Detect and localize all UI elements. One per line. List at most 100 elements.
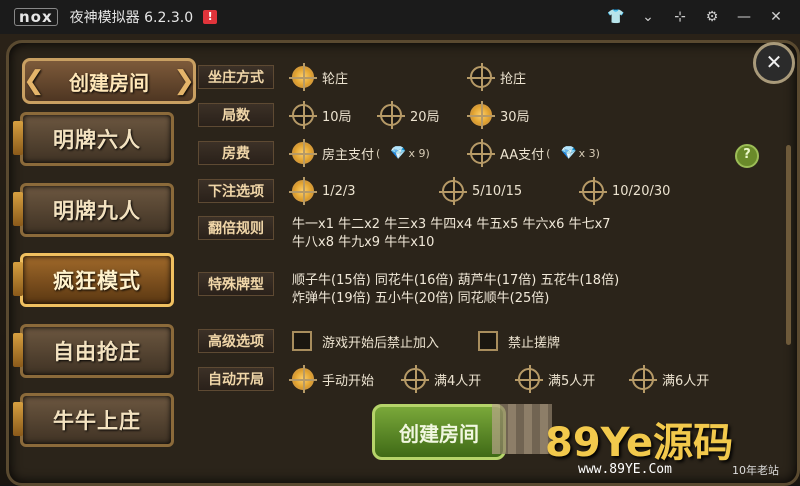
tab-marker — [13, 402, 23, 436]
double-line-1: 牛一x1 牛二x2 牛三x3 牛四x4 牛五x5 牛六x6 牛七x7 — [292, 217, 611, 232]
diamond-icon: 💎 — [390, 145, 407, 161]
sidebar-item-crazy-mode[interactable]: 疯狂模式 — [13, 253, 174, 307]
radio-selected-icon — [289, 63, 317, 91]
mosaic-blur — [492, 404, 552, 454]
checkbox-icon — [292, 331, 312, 351]
double-row: 翻倍规则 牛一x1 牛二x2 牛三x3 牛四x4 牛五x5 牛六x6 牛七x7 牛… — [198, 216, 611, 260]
option-label: 满4人开 — [434, 373, 482, 389]
radio-icon — [377, 101, 405, 129]
option-label: AA支付 — [500, 147, 545, 163]
zhuang-row: 坐庄方式 轮庄 抢庄 — [198, 63, 526, 91]
rounds-option-20[interactable]: 20局 — [377, 101, 470, 129]
sidebar-item-mingpai-six[interactable]: 明牌六人 — [13, 112, 174, 166]
sidebar-item-free-qiangzhuang[interactable]: 自由抢庄 — [13, 324, 174, 378]
zhuang-option-grab[interactable]: 抢庄 — [467, 63, 526, 91]
sidebar-item-label: 牛牛上庄 — [53, 409, 141, 433]
option-label: 1/2/3 — [322, 183, 356, 199]
bet-row: 下注选项 1/2/3 5/10/15 10/20/30 — [198, 177, 671, 205]
sidebar-item-mingpai-nine[interactable]: 明牌九人 — [13, 183, 174, 237]
fee-label: 房费 — [198, 141, 274, 165]
chevron-down-icon[interactable]: ⌄ — [632, 9, 664, 25]
watermark-url: www.89YE.Com — [578, 462, 672, 477]
bet-option-1[interactable]: 1/2/3 — [289, 177, 442, 205]
rounds-option-10[interactable]: 10局 — [289, 101, 380, 129]
radio-icon — [579, 177, 607, 205]
advanced-label: 高级选项 — [198, 329, 274, 353]
tab-marker — [13, 262, 23, 296]
radio-icon — [439, 177, 467, 205]
gear-icon[interactable]: ⚙ — [696, 9, 728, 25]
bet-option-2[interactable]: 5/10/15 — [439, 177, 582, 205]
close-icon[interactable]: ✕ — [760, 9, 792, 25]
zhuang-option-rotate[interactable]: 轮庄 — [289, 63, 470, 91]
sidebar-item-label: 自由抢庄 — [53, 340, 141, 364]
advanced-option-no-rub[interactable]: 禁止搓牌 — [478, 331, 560, 351]
radio-selected-icon — [289, 139, 317, 167]
diamond-icon: 💎 — [560, 145, 577, 161]
option-label: 禁止搓牌 — [508, 335, 561, 351]
bet-option-3[interactable]: 10/20/30 — [579, 177, 671, 205]
option-label: 轮庄 — [322, 71, 349, 87]
radio-selected-icon — [289, 365, 317, 393]
radio-icon — [467, 63, 495, 91]
autostart-option-4[interactable]: 满4人开 — [401, 365, 518, 393]
special-line-1: 顺子牛(15倍) 同花牛(16倍) 葫芦牛(17倍) 五花牛(18倍) — [292, 273, 620, 288]
option-label: 10局 — [322, 109, 352, 125]
special-row: 特殊牌型 顺子牛(15倍) 同花牛(16倍) 葫芦牛(17倍) 五花牛(18倍)… — [198, 272, 619, 316]
fee-row: 房费 房主支付(💎 x 9) AA支付(💎 x 3) — [198, 139, 600, 167]
double-rules: 牛一x1 牛二x2 牛三x3 牛四x4 牛五x5 牛六x6 牛七x7 牛八x8 牛… — [292, 216, 611, 252]
bet-label: 下注选项 — [198, 179, 274, 203]
autostart-option-manual[interactable]: 手动开始 — [289, 365, 404, 393]
watermark-logo: 89Ye源码 — [545, 420, 734, 466]
radio-icon — [515, 365, 543, 393]
radio-icon — [401, 365, 429, 393]
special-rules: 顺子牛(15倍) 同花牛(16倍) 葫芦牛(17倍) 五花牛(18倍) 炸弹牛(1… — [292, 272, 619, 308]
nox-logo: nox — [14, 8, 58, 26]
autostart-option-5[interactable]: 满5人开 — [515, 365, 632, 393]
advanced-row: 高级选项 游戏开始后禁止加入 禁止搓牌 — [198, 328, 560, 354]
pin-icon[interactable]: ⊹ — [664, 9, 696, 25]
option-label: 房主支付 — [322, 147, 375, 163]
sidebar-item-label: 明牌六人 — [53, 128, 141, 152]
create-room-button[interactable]: 创建房间 — [372, 404, 506, 460]
watermark-tag: 10年老站 — [732, 464, 779, 477]
sidebar-item-label: 明牌九人 — [53, 199, 141, 223]
autostart-label: 自动开局 — [198, 367, 274, 391]
tab-marker — [13, 333, 23, 367]
option-label: 游戏开始后禁止加入 — [322, 335, 440, 351]
alert-badge[interactable]: ! — [203, 10, 218, 24]
special-line-2: 炸弹牛(19倍) 五小牛(20倍) 同花顺牛(25倍) — [292, 291, 550, 306]
option-label: 10/20/30 — [612, 183, 671, 199]
shirt-icon[interactable]: 👕 — [600, 9, 632, 25]
double-label: 翻倍规则 — [198, 216, 274, 240]
checkbox-icon — [478, 331, 498, 351]
scrollbar[interactable] — [786, 145, 791, 345]
minimize-icon[interactable]: — — [728, 9, 760, 25]
create-room-header[interactable]: 创建房间 — [22, 58, 196, 104]
paren: ( — [376, 146, 381, 160]
sidebar-item-niuniu-zhuang[interactable]: 牛牛上庄 — [13, 393, 174, 447]
aa-cost: x 3) — [578, 146, 600, 160]
autostart-option-6[interactable]: 满6人开 — [629, 365, 710, 393]
host-cost: x 9) — [408, 146, 430, 160]
option-label: 30局 — [500, 109, 530, 125]
autostart-row: 自动开局 手动开始 满4人开 满5人开 满6人开 — [198, 365, 710, 393]
window-controls: 👕 ⌄ ⊹ ⚙ — ✕ — [600, 0, 792, 34]
zhuang-label: 坐庄方式 — [198, 65, 274, 89]
rounds-row: 局数 10局 20局 30局 — [198, 101, 530, 129]
option-label: 满6人开 — [662, 373, 710, 389]
radio-icon — [289, 101, 317, 129]
rounds-option-30[interactable]: 30局 — [467, 101, 530, 129]
title-bar: nox 夜神模拟器 6.2.3.0 ! 👕 ⌄ ⊹ ⚙ — ✕ — [0, 0, 800, 34]
advanced-option-no-join[interactable]: 游戏开始后禁止加入 — [292, 331, 478, 351]
sidebar-item-label: 疯狂模式 — [53, 269, 141, 293]
room-settings-panel: 坐庄方式 轮庄 抢庄 局数 10局 20局 30局 房费 房主支付(💎 x 9) … — [198, 56, 778, 406]
tab-marker — [13, 121, 23, 155]
option-label: 20局 — [410, 109, 440, 125]
special-label: 特殊牌型 — [198, 272, 274, 296]
fee-option-host[interactable]: 房主支付( 💎 x 9) — [289, 139, 470, 167]
fee-option-aa[interactable]: AA支付(💎 x 3) — [467, 139, 600, 167]
help-icon[interactable]: ? — [735, 144, 759, 168]
tab-marker — [13, 192, 23, 226]
radio-icon — [467, 139, 495, 167]
